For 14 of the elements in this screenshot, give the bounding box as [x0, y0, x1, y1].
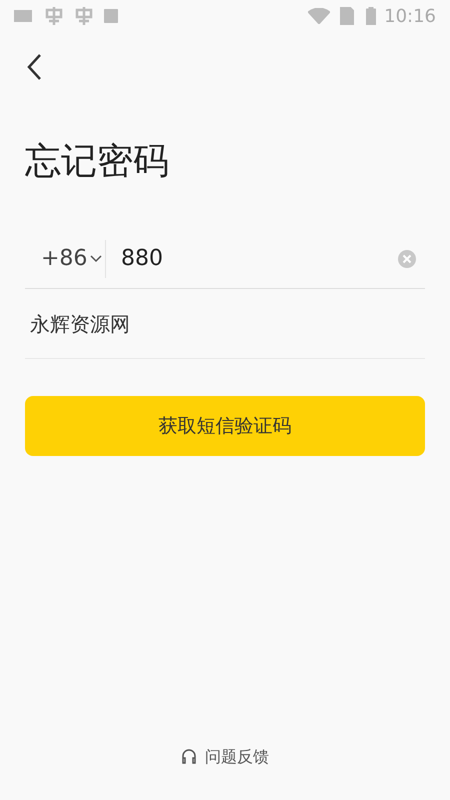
- feedback-link[interactable]: 问题反馈: [175, 744, 275, 770]
- page-title: 忘记密码: [25, 140, 170, 184]
- battery-icon: [366, 7, 376, 25]
- clock-time: 10:16: [384, 4, 436, 28]
- country-code-dropdown[interactable]: +86: [25, 240, 106, 278]
- notification-icon: [74, 6, 94, 26]
- chevron-down-icon: [90, 254, 102, 263]
- notification-icon: [44, 6, 64, 26]
- phone-input[interactable]: 880: [106, 241, 397, 276]
- wifi-icon: [308, 8, 330, 24]
- get-sms-code-button[interactable]: 获取短信验证码: [25, 396, 425, 456]
- headset-icon: [181, 748, 197, 766]
- input-field[interactable]: 永辉资源网: [25, 308, 425, 340]
- no-sim-icon: [340, 7, 354, 25]
